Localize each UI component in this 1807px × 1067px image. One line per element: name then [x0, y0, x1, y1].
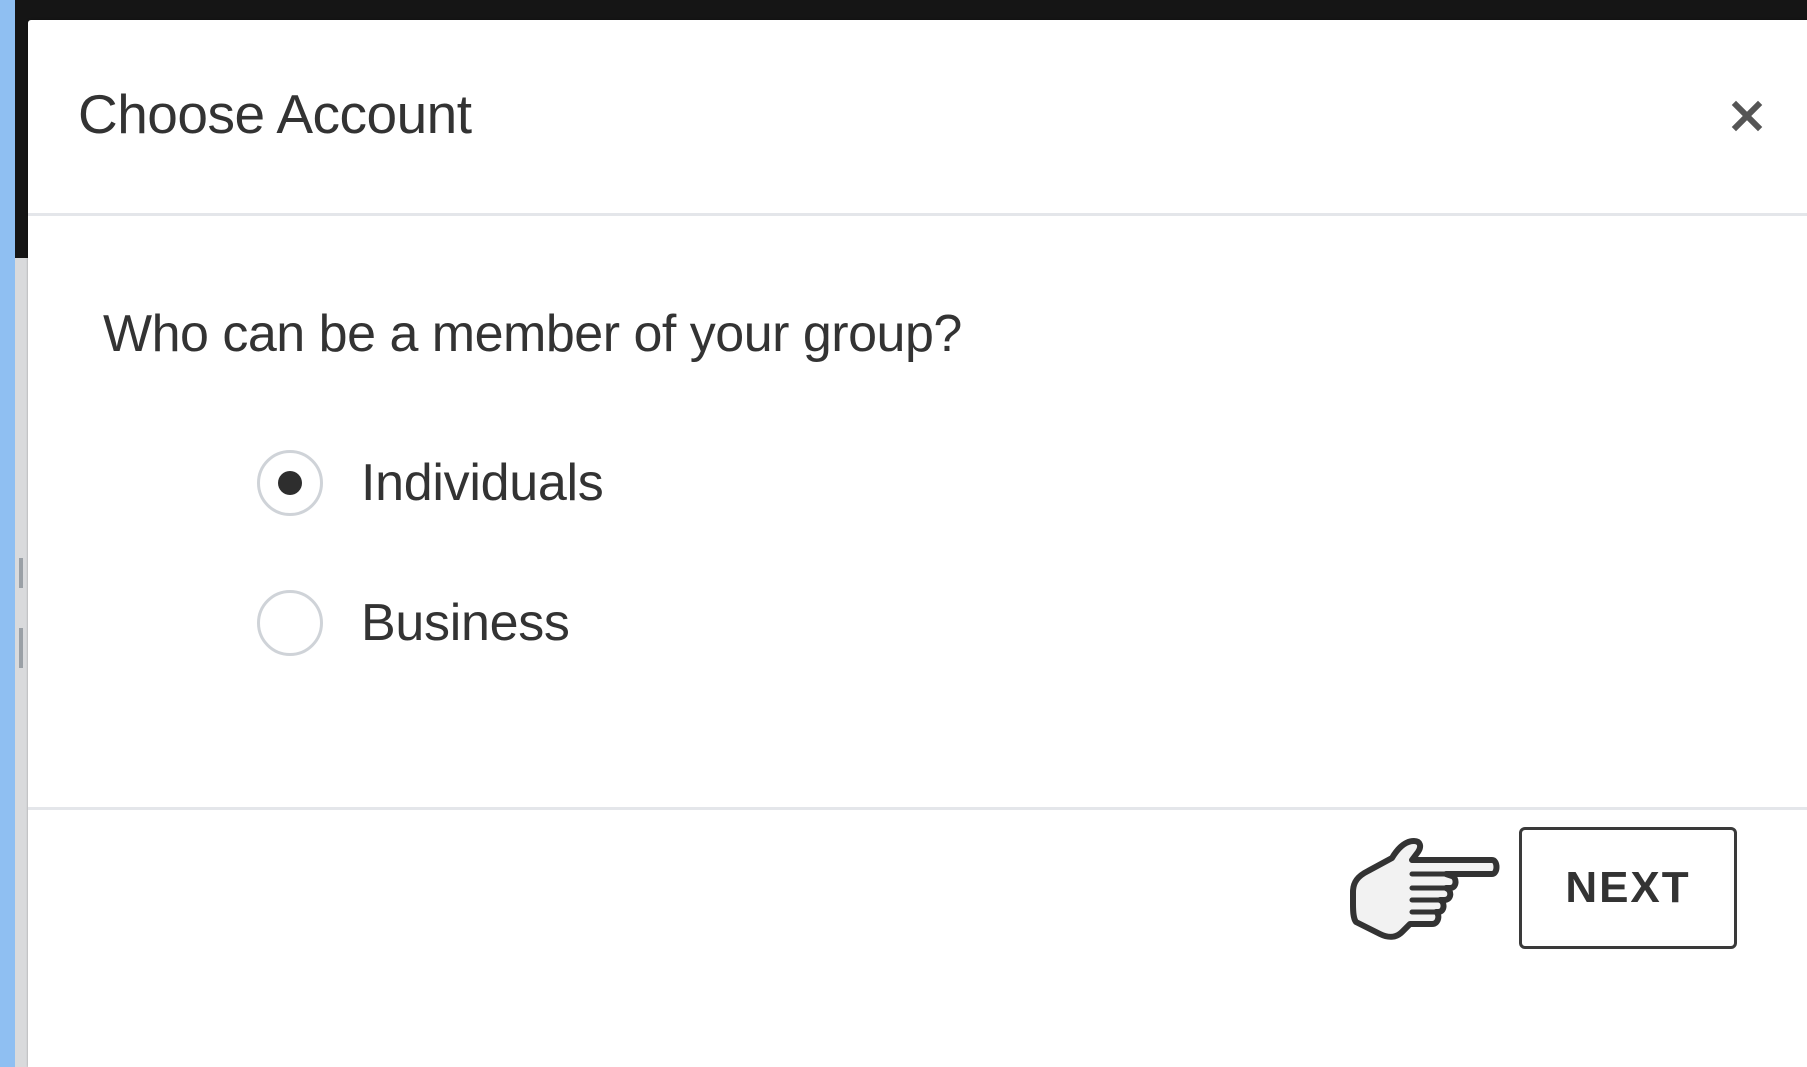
membership-question: Who can be a member of your group?: [103, 305, 962, 363]
radio-option-business[interactable]: Business: [257, 590, 570, 656]
close-button[interactable]: [1727, 96, 1767, 136]
radio-label-business: Business: [361, 594, 570, 652]
radio-button-business[interactable]: [257, 590, 323, 656]
radio-button-individuals[interactable]: [257, 450, 323, 516]
pointing-hand-icon: [1350, 838, 1500, 940]
dialog-header: Choose Account: [28, 20, 1807, 216]
radio-label-individuals: Individuals: [361, 454, 604, 512]
radio-selected-dot: [278, 471, 302, 495]
close-icon: [1731, 100, 1763, 132]
dialog-title: Choose Account: [78, 83, 472, 145]
next-button[interactable]: NEXT: [1519, 827, 1737, 949]
radio-option-individuals[interactable]: Individuals: [257, 450, 604, 516]
